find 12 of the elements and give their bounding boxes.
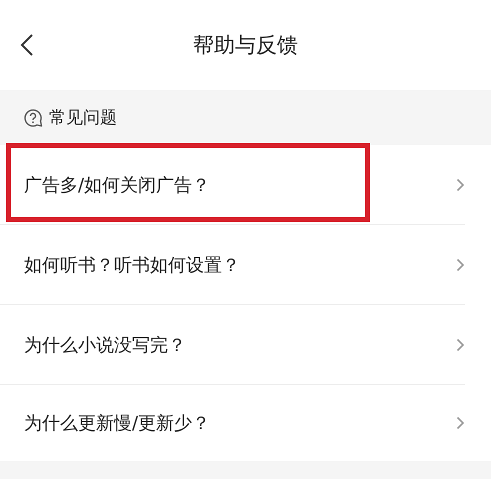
question-item[interactable]: 广告多/如何关闭广告？ [0, 145, 465, 225]
page-title: 帮助与反馈 [193, 32, 298, 59]
question-item[interactable]: 为什么小说没写完？ [0, 305, 465, 385]
question-item[interactable]: 为什么更新慢/更新少？ [0, 385, 465, 461]
question-bubble-icon [23, 108, 43, 128]
section-title: 常见问题 [49, 107, 117, 129]
back-icon[interactable] [20, 33, 34, 57]
chevron-icon [456, 416, 465, 430]
chevron-icon [456, 178, 465, 192]
question-item[interactable]: 如何听书？听书如何设置？ [0, 225, 465, 305]
chevron-icon [456, 258, 465, 272]
chevron-icon [456, 338, 465, 352]
